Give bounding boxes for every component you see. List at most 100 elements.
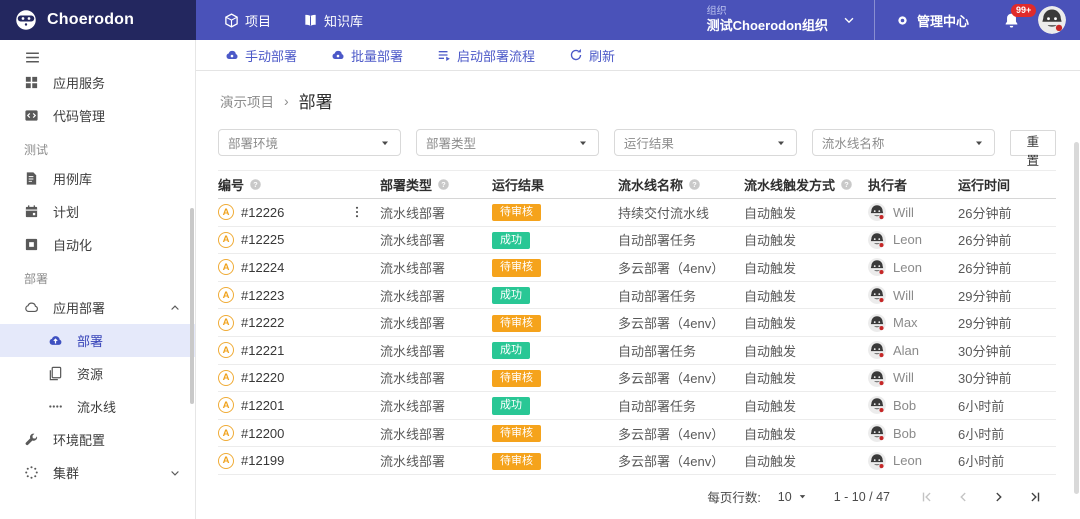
- toolbar-button-3[interactable]: 刷新: [569, 46, 615, 65]
- record-type-badge: A: [218, 370, 234, 386]
- record-id: #12226: [241, 205, 284, 220]
- sidebar-item-cluster[interactable]: 集群: [0, 456, 195, 489]
- sidebar-item-dots[interactable]: 流水线: [0, 390, 195, 423]
- trigger-type-cell: 自动触发: [744, 424, 868, 443]
- sidebar-item-calendar[interactable]: 计划: [0, 195, 195, 228]
- table-row[interactable]: A#12225流水线部署成功自动部署任务自动触发Leon26分钟前: [218, 227, 1056, 255]
- executor-cell: Will: [868, 369, 958, 387]
- run-time-cell: 26分钟前: [958, 258, 1056, 277]
- run-time-cell: 26分钟前: [958, 230, 1056, 249]
- cloud-o-icon: [24, 300, 39, 315]
- refresh-icon: [569, 48, 583, 62]
- caret-down-icon: [973, 137, 985, 149]
- sidebar-item-label: 环境配置: [53, 430, 105, 449]
- table-row[interactable]: A#12224流水线部署待审核多云部署（4env）自动触发Leon26分钟前: [218, 254, 1056, 282]
- record-id-cell: A#12201: [218, 397, 380, 413]
- filter-placeholder: 流水线名称: [822, 133, 885, 152]
- sidebar-item-cloud-o[interactable]: 应用部署: [0, 291, 195, 324]
- hamburger-menu-icon[interactable]: [24, 49, 41, 66]
- executor-cell: Leon: [868, 231, 958, 249]
- record-type-badge: A: [218, 342, 234, 358]
- column-header-6: 运行时间: [958, 175, 1056, 194]
- record-id: #12223: [241, 288, 284, 303]
- deploy-type-cell: 流水线部署: [380, 286, 492, 305]
- column-header-label: 运行时间: [958, 175, 1010, 194]
- toolbar-button-0[interactable]: 手动部署: [225, 46, 297, 65]
- admin-center-button[interactable]: 管理中心: [875, 0, 989, 40]
- run-time-cell: 6小时前: [958, 424, 1056, 443]
- toolbar-button-2[interactable]: 启动部署流程: [437, 46, 535, 65]
- reset-button[interactable]: 重置: [1010, 130, 1056, 156]
- filter-select-1[interactable]: 部署类型: [416, 129, 599, 156]
- org-selector[interactable]: 组织 测试Choerodon组织: [689, 0, 874, 40]
- status-cell: 待审核: [492, 369, 618, 387]
- table-row[interactable]: A#12220流水线部署待审核多云部署（4env）自动触发Will30分钟前: [218, 365, 1056, 393]
- deploy-type-cell: 流水线部署: [380, 368, 492, 387]
- executor-avatar: [868, 396, 886, 414]
- sidebar-item-apps[interactable]: 应用服务: [0, 76, 195, 99]
- record-type-badge: A: [218, 259, 234, 275]
- notifications-button[interactable]: 99+: [989, 0, 1034, 40]
- run-time-cell: 29分钟前: [958, 313, 1056, 332]
- top-nav-label: 项目: [245, 11, 271, 30]
- table-row[interactable]: A#12223流水线部署成功自动部署任务自动触发Will29分钟前: [218, 282, 1056, 310]
- column-header-label: 执行者: [868, 175, 907, 194]
- executor-avatar: [868, 341, 886, 359]
- rows-per-page-select[interactable]: 每页行数: 10: [707, 487, 807, 506]
- run-time-cell: 6小时前: [958, 396, 1056, 415]
- toolbar-button-1[interactable]: 批量部署: [331, 46, 403, 65]
- status-badge: 待审核: [492, 204, 541, 221]
- sidebar-item-doc[interactable]: 用例库: [0, 162, 195, 195]
- table-row[interactable]: A#12222流水线部署待审核多云部署（4env）自动触发Max29分钟前: [218, 309, 1056, 337]
- filter-select-0[interactable]: 部署环境: [218, 129, 401, 156]
- chevron-down-icon: [842, 13, 856, 27]
- breadcrumb-project-link[interactable]: 演示项目: [220, 91, 274, 111]
- notification-badge: 99+: [1011, 4, 1036, 17]
- user-avatar[interactable]: [1038, 6, 1066, 34]
- previous-page-icon[interactable]: [956, 490, 970, 504]
- filter-select-2[interactable]: 运行结果: [614, 129, 797, 156]
- column-header-0: 编号?: [218, 175, 380, 194]
- last-page-icon[interactable]: [1028, 490, 1042, 504]
- top-nav-cube[interactable]: 项目: [212, 0, 283, 40]
- record-id-cell: A #12220: [218, 370, 380, 386]
- column-header-label: 编号: [218, 175, 244, 194]
- deploy-type-cell: 流水线部署: [380, 258, 492, 277]
- sidebar-item-automation[interactable]: 自动化: [0, 228, 195, 261]
- choerodon-mascot-icon: [14, 8, 38, 32]
- executor-name: Max: [893, 315, 918, 330]
- pagination-range: 1 - 10 / 47: [834, 490, 890, 504]
- cluster-icon: [24, 465, 39, 480]
- sidebar-item-copy[interactable]: 资源: [0, 357, 195, 390]
- sidebar-item-wrench[interactable]: 环境配置: [0, 423, 195, 456]
- next-page-icon[interactable]: [992, 490, 1006, 504]
- status-badge: 成功: [492, 287, 530, 304]
- sidebar-item-label: 代码管理: [53, 106, 105, 125]
- main-scrollbar[interactable]: [1074, 142, 1079, 494]
- first-page-icon[interactable]: [920, 490, 934, 504]
- sidebar-scrollbar[interactable]: [190, 208, 194, 404]
- row-actions-icon[interactable]: [350, 205, 364, 219]
- table-row[interactable]: A#12199流水线部署待审核多云部署（4env）自动触发Leon6小时前: [218, 447, 1056, 475]
- sidebar-item-code[interactable]: 代码管理: [0, 99, 195, 132]
- sidebar-item-label: 部署: [77, 331, 103, 350]
- column-header-label: 部署类型: [380, 175, 432, 194]
- executor-avatar: [868, 258, 886, 276]
- main-area: 手动部署批量部署启动部署流程刷新 演示项目 › 部署 部署环境部署类型运行结果流…: [196, 40, 1080, 519]
- table-row[interactable]: A#12200流水线部署待审核多云部署（4env）自动触发Bob6小时前: [218, 420, 1056, 448]
- filter-select-3[interactable]: 流水线名称: [812, 129, 995, 156]
- brand-logo[interactable]: Choerodon: [0, 0, 196, 40]
- table-row[interactable]: A#12201流水线部署成功自动部署任务自动触发Bob6小时前: [218, 392, 1056, 420]
- code-icon: [24, 108, 39, 123]
- record-id: #12221: [241, 343, 284, 358]
- top-nav-book[interactable]: 知识库: [291, 0, 375, 40]
- svg-text:?: ?: [844, 180, 849, 189]
- table-row[interactable]: A#12221流水线部署成功自动部署任务自动触发Alan30分钟前: [218, 337, 1056, 365]
- table-row[interactable]: A#12226流水线部署待审核持续交付流水线自动触发Will26分钟前: [218, 199, 1056, 227]
- executor-name: Alan: [893, 343, 919, 358]
- status-badge: 待审核: [492, 370, 541, 387]
- sidebar-item-cloud-up[interactable]: 部署: [0, 324, 195, 357]
- record-id: #12220: [241, 370, 284, 385]
- status-badge: 成功: [492, 342, 530, 359]
- sidebar-section-label: 部署: [0, 261, 195, 291]
